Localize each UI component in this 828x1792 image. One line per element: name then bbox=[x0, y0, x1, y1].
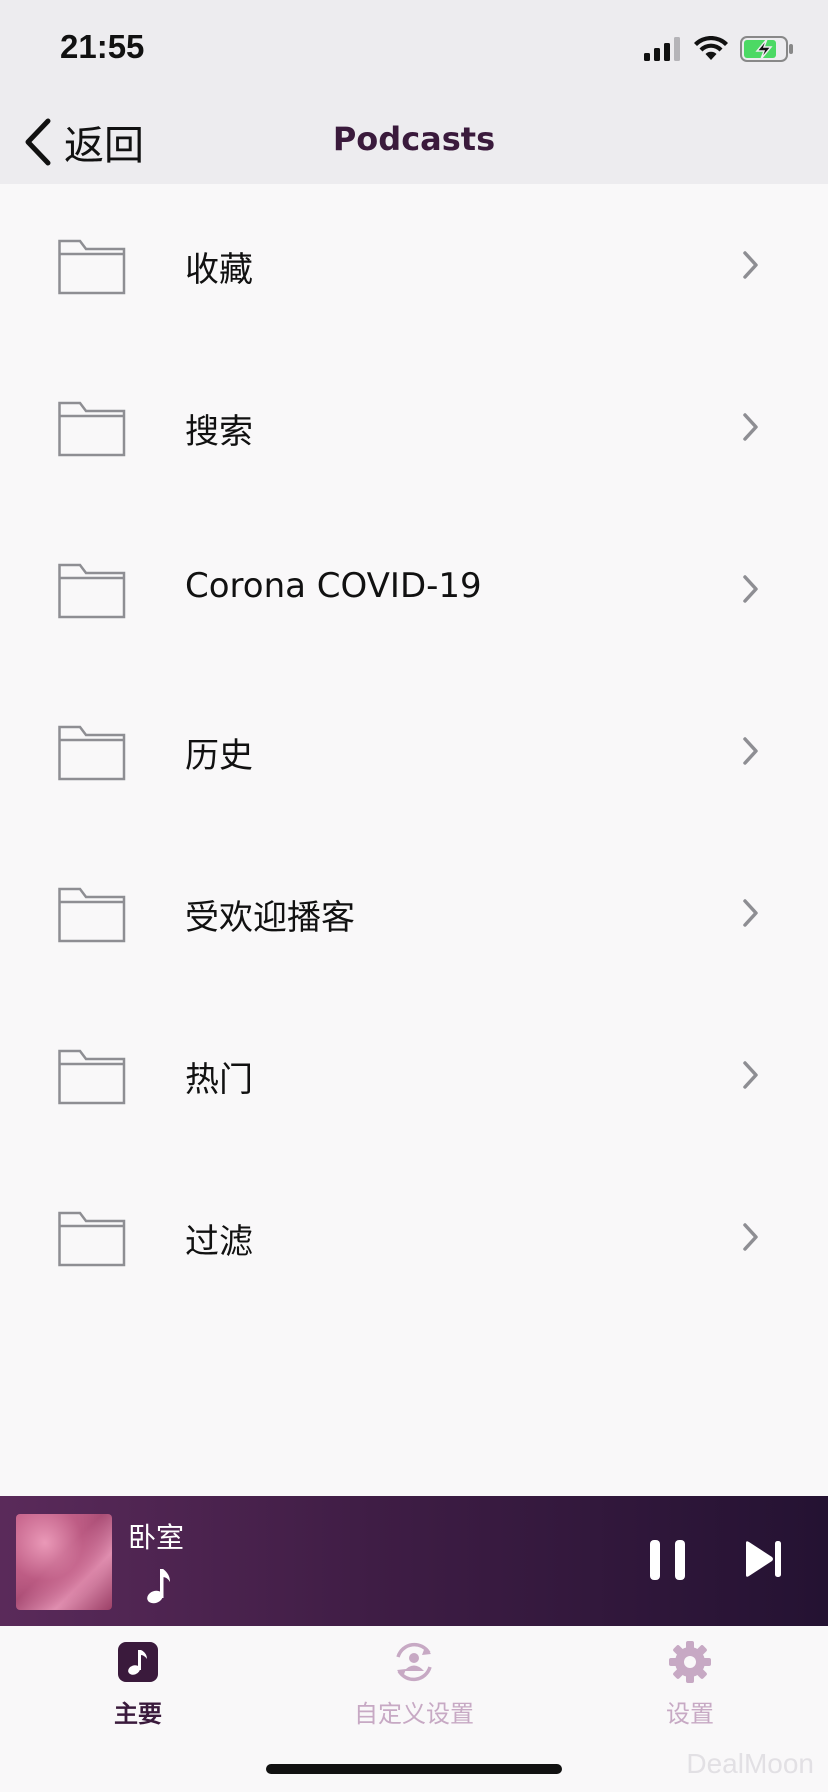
gear-icon bbox=[669, 1641, 711, 1683]
person-sync-icon bbox=[396, 1642, 432, 1682]
tab-settings[interactable]: 设置 bbox=[590, 1640, 790, 1729]
skip-next-button[interactable] bbox=[744, 1540, 784, 1578]
folder-icon bbox=[58, 401, 126, 457]
list-item-filter[interactable]: 过滤 bbox=[0, 1156, 828, 1318]
mini-player[interactable]: 卧室 bbox=[0, 1496, 828, 1626]
watermark: DealMoon bbox=[686, 1748, 814, 1779]
wifi-icon bbox=[694, 36, 728, 60]
tab-label: 主要 bbox=[114, 1700, 162, 1728]
tab-label: 设置 bbox=[666, 1700, 714, 1728]
page-title: Podcasts bbox=[332, 120, 496, 158]
status-time: 21:55 bbox=[60, 28, 145, 65]
list-item-label: 收藏 bbox=[185, 250, 253, 290]
pause-button[interactable] bbox=[648, 1538, 688, 1582]
album-art bbox=[16, 1514, 112, 1610]
chevron-right-icon bbox=[743, 899, 758, 927]
chevron-right-icon bbox=[743, 251, 758, 279]
home-indicator bbox=[266, 1764, 562, 1774]
podcast-category-list: 收藏 搜索 Corona COVID-19 历史 受欢迎播客 热门 过滤 bbox=[0, 184, 828, 1318]
list-item-popular-podcasts[interactable]: 受欢迎播客 bbox=[0, 832, 828, 994]
folder-icon bbox=[58, 563, 126, 619]
tab-label: 自定义设置 bbox=[354, 1700, 474, 1728]
tab-customize[interactable]: 自定义设置 bbox=[314, 1640, 514, 1729]
status-icons bbox=[644, 34, 794, 64]
status-bar: 21:55 bbox=[0, 0, 828, 100]
list-item-label: 受欢迎播客 bbox=[185, 898, 355, 938]
player-room-name: 卧室 bbox=[128, 1521, 185, 1554]
list-item-label: 热门 bbox=[185, 1060, 253, 1100]
chevron-right-icon bbox=[743, 575, 758, 603]
folder-icon bbox=[58, 1049, 126, 1105]
list-item-label: Corona COVID-19 bbox=[185, 566, 482, 606]
tab-main[interactable]: 主要 bbox=[38, 1640, 238, 1729]
folder-icon bbox=[58, 887, 126, 943]
list-item-history[interactable]: 历史 bbox=[0, 670, 828, 832]
folder-icon bbox=[58, 239, 126, 295]
music-note-icon bbox=[118, 1642, 158, 1682]
chevron-right-icon bbox=[743, 413, 758, 441]
folder-icon bbox=[58, 1211, 126, 1267]
list-item-label: 历史 bbox=[185, 736, 253, 776]
folder-icon bbox=[58, 725, 126, 781]
battery-charging-icon bbox=[740, 36, 793, 62]
navigation-bar: 返回 Podcasts bbox=[0, 100, 828, 184]
list-item-favorites[interactable]: 收藏 bbox=[0, 184, 828, 346]
chevron-right-icon bbox=[743, 1061, 758, 1089]
chevron-right-icon bbox=[743, 737, 758, 765]
list-item-label: 过滤 bbox=[185, 1222, 253, 1262]
list-item-label: 搜索 bbox=[185, 412, 253, 452]
music-note-icon bbox=[147, 1569, 170, 1604]
list-item-corona[interactable]: Corona COVID-19 bbox=[0, 508, 828, 670]
list-item-trending[interactable]: 热门 bbox=[0, 994, 828, 1156]
chevron-right-icon bbox=[743, 1223, 758, 1251]
list-item-search[interactable]: 搜索 bbox=[0, 346, 828, 508]
cellular-signal-icon bbox=[644, 37, 680, 61]
